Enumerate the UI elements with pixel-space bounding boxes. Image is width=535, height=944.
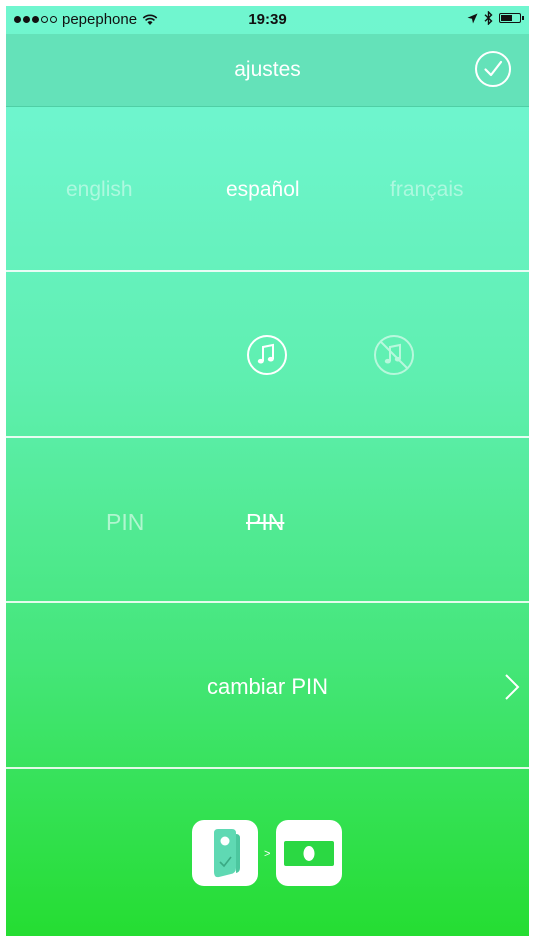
music-on-icon[interactable] [246,334,288,376]
pin-enabled-option[interactable]: PIN [106,509,144,536]
payment-card-icon [284,841,334,866]
checkmark-circle-icon [484,60,503,77]
language-option-francais[interactable]: français [390,178,464,202]
settings-screen: pepephone 19:39 ajustes english español … [6,6,529,936]
change-pin-label[interactable]: cambiar PIN [6,674,529,700]
confirm-button[interactable] [475,51,511,87]
navigation-bar: ajustes [6,34,529,107]
apps-separator: > [264,848,271,860]
pin-disabled-option[interactable]: PIN [246,509,284,536]
language-option-espanol[interactable]: español [226,178,300,202]
tag-device-app[interactable] [192,820,258,886]
location-arrow-icon [467,13,478,23]
bluetooth-icon [484,11,493,25]
payment-card-app[interactable] [276,820,342,886]
language-option-english[interactable]: english [66,178,133,202]
battery-icon [499,13,524,23]
music-off-icon[interactable] [373,334,415,376]
status-right [467,11,524,25]
tag-device-icon [214,829,240,878]
chevron-right-icon[interactable] [503,672,521,702]
page-title: ajustes [234,58,301,81]
status-bar: pepephone 19:39 [6,6,529,34]
status-time: 19:39 [248,11,287,28]
